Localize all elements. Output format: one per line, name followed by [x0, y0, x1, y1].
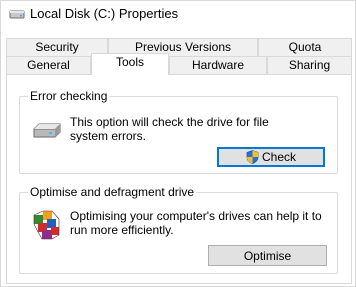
optimise-button-label: Optimise	[243, 248, 292, 263]
optimise-group: Optimise and defragment drive Optimising…	[19, 185, 338, 274]
shield-icon	[246, 150, 259, 164]
drive-icon	[31, 120, 63, 145]
optimise-button[interactable]: Optimise	[208, 245, 327, 266]
check-button[interactable]: Check	[217, 147, 325, 167]
tab-hardware[interactable]: Hardware	[169, 56, 267, 74]
tab-general[interactable]: General	[6, 56, 91, 74]
error-checking-title: Error checking	[28, 89, 110, 103]
tab-row-bottom: General Tools Hardware Sharing	[6, 53, 352, 75]
defrag-icon	[32, 209, 62, 244]
tab-quota[interactable]: Quota	[258, 38, 352, 56]
tab-sharing[interactable]: Sharing	[267, 56, 352, 74]
properties-window: Local Disk (C:) Properties Security Prev…	[0, 0, 356, 287]
error-checking-description: This option will check the drive for fil…	[70, 115, 269, 143]
window-title: Local Disk (C:) Properties	[30, 6, 179, 21]
tools-panel: Error checking This option will check th…	[6, 74, 352, 284]
title-bar[interactable]: Local Disk (C:) Properties	[1, 1, 355, 29]
drive-title-icon	[9, 8, 25, 20]
check-button-label: Check	[261, 150, 296, 164]
error-checking-group: Error checking This option will check th…	[19, 89, 338, 174]
tab-tools[interactable]: Tools	[91, 53, 169, 75]
optimise-title: Optimise and defragment drive	[28, 185, 197, 199]
optimise-description: Optimising your computer's drives can he…	[70, 209, 322, 237]
tab-row-top: Security Previous Versions Quota	[6, 38, 352, 56]
